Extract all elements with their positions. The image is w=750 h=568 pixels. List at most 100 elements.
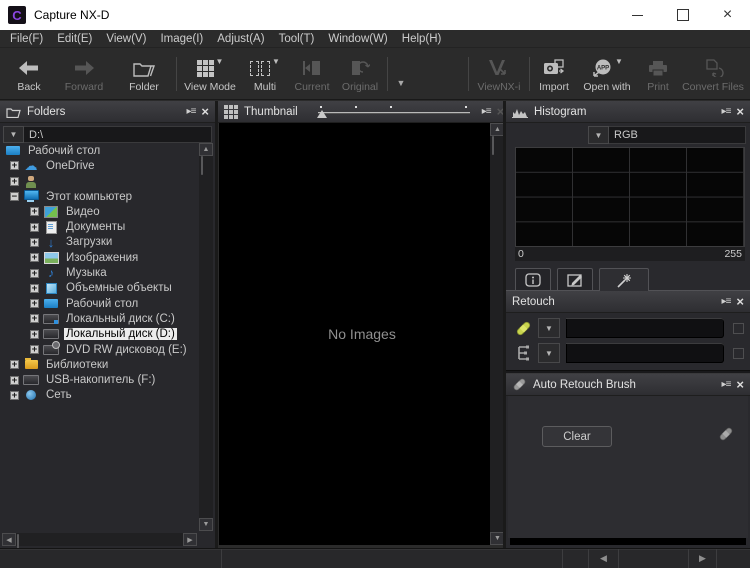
retouch-checkbox[interactable] bbox=[733, 348, 744, 359]
clear-button[interactable]: Clear bbox=[542, 426, 612, 447]
tree-item[interactable]: +↓Загрузки bbox=[2, 235, 197, 250]
tree-item[interactable]: +DVD RW дисковод (E:) bbox=[2, 342, 197, 357]
expand-icon[interactable]: + bbox=[10, 376, 19, 385]
tab-info[interactable] bbox=[515, 268, 551, 290]
expand-icon[interactable]: + bbox=[30, 284, 39, 293]
tree-item[interactable]: +Изображения bbox=[2, 250, 197, 265]
panel-menu-icon[interactable]: ▸≡ bbox=[482, 106, 491, 117]
slider-track[interactable] bbox=[318, 112, 470, 113]
viewnx-button[interactable]: ViewNX-i bbox=[471, 49, 527, 99]
folders-horizontal-scrollbar[interactable]: ◀ ▶ bbox=[2, 533, 197, 546]
back-button[interactable]: Back bbox=[4, 49, 54, 99]
expand-icon[interactable]: + bbox=[10, 360, 19, 369]
folder-button[interactable]: Folder bbox=[114, 49, 174, 99]
tree-item[interactable]: +Видео bbox=[2, 204, 197, 219]
scroll-right-icon[interactable]: ▶ bbox=[183, 533, 197, 546]
menu-item-3[interactable]: Image(I) bbox=[153, 30, 210, 48]
tree-item[interactable]: +Локальный диск (D:) bbox=[2, 327, 197, 342]
menu-item-1[interactable]: Edit(E) bbox=[50, 30, 99, 48]
tree-item[interactable]: −Этот компьютер bbox=[2, 189, 197, 204]
scroll-down-icon[interactable]: ▼ bbox=[199, 518, 213, 531]
toolbar-overflow-button[interactable]: ▼ bbox=[390, 49, 412, 99]
tree-item[interactable]: Рабочий стол bbox=[2, 143, 197, 158]
tree-item[interactable]: +Рабочий стол bbox=[2, 296, 197, 311]
page-next-button[interactable]: ▶ bbox=[689, 549, 717, 568]
folder-icon bbox=[6, 106, 21, 118]
retouch-list-dropdown[interactable] bbox=[566, 343, 724, 363]
tree-item[interactable]: + USB-накопитель (F:) bbox=[2, 372, 197, 387]
tab-edit[interactable] bbox=[557, 268, 593, 290]
expand-icon[interactable]: + bbox=[30, 223, 39, 232]
tree-item[interactable]: +♪Музыка bbox=[2, 265, 197, 280]
tree-item[interactable]: +☁OneDrive bbox=[2, 158, 197, 173]
print-button[interactable]: Print bbox=[638, 49, 678, 99]
expand-icon[interactable]: + bbox=[30, 314, 39, 323]
menu-item-6[interactable]: Window(W) bbox=[321, 30, 394, 48]
menu-item-4[interactable]: Adjust(A) bbox=[210, 30, 271, 48]
bandage-gray-icon bbox=[718, 426, 734, 442]
panel-close-icon[interactable]: × bbox=[736, 378, 744, 391]
tree-item[interactable]: +Локальный диск (C:) bbox=[2, 311, 197, 326]
panel-close-icon[interactable]: × bbox=[201, 105, 209, 118]
panel-menu-icon[interactable]: ▸≡ bbox=[722, 379, 731, 390]
import-button[interactable]: Import bbox=[532, 49, 576, 99]
tab-retouch[interactable] bbox=[599, 268, 649, 291]
view-mode-button[interactable]: ▼ View Mode bbox=[179, 49, 241, 99]
panel-menu-icon[interactable]: ▸≡ bbox=[722, 296, 731, 307]
tree-item[interactable]: +Сеть bbox=[2, 388, 197, 403]
scroll-up-icon[interactable]: ▲ bbox=[199, 143, 213, 156]
expand-icon[interactable]: + bbox=[10, 391, 19, 400]
tree-item[interactable]: +Документы bbox=[2, 219, 197, 234]
panel-close-icon[interactable]: × bbox=[736, 105, 744, 118]
menu-item-2[interactable]: View(V) bbox=[99, 30, 153, 48]
chevron-down-icon[interactable]: ▼ bbox=[3, 126, 24, 143]
scrollbar-thumb[interactable] bbox=[201, 156, 203, 175]
channel-value[interactable]: RGB bbox=[609, 126, 746, 144]
retouch-checkbox[interactable] bbox=[733, 323, 744, 334]
cloud-icon: ☁ bbox=[23, 159, 39, 172]
tree-item[interactable]: +Библиотеки bbox=[2, 357, 197, 372]
expand-icon[interactable]: + bbox=[30, 238, 39, 247]
slider-thumb[interactable] bbox=[317, 110, 327, 118]
tool-tabs bbox=[506, 268, 750, 291]
expand-icon[interactable]: + bbox=[30, 269, 39, 278]
expand-icon[interactable]: + bbox=[10, 177, 19, 186]
scrollbar-thumb[interactable] bbox=[492, 136, 494, 155]
folders-vertical-scrollbar[interactable]: ▲ ▼ bbox=[199, 143, 213, 531]
multi-button[interactable]: ▼ Multi bbox=[241, 49, 289, 99]
open-with-button[interactable]: APP ▼ Open with bbox=[576, 49, 638, 99]
chevron-down-icon[interactable]: ▼ bbox=[538, 343, 560, 363]
collapse-icon[interactable]: − bbox=[10, 192, 19, 201]
current-button[interactable]: Current bbox=[289, 49, 335, 99]
page-prev-button[interactable]: ◀ bbox=[589, 549, 619, 568]
tree-item-label: USB-накопитель (F:) bbox=[44, 374, 157, 386]
menu-item-7[interactable]: Help(H) bbox=[395, 30, 449, 48]
retouch-brush-dropdown[interactable] bbox=[566, 318, 724, 338]
forward-button[interactable]: Forward bbox=[54, 49, 114, 99]
expand-icon[interactable]: + bbox=[10, 161, 19, 170]
original-button[interactable]: Original bbox=[335, 49, 385, 99]
minimize-button[interactable] bbox=[615, 0, 660, 30]
menu-item-5[interactable]: Tool(T) bbox=[272, 30, 322, 48]
menu-item-0[interactable]: File(F) bbox=[3, 30, 50, 48]
maximize-button[interactable] bbox=[660, 0, 705, 30]
scroll-left-icon[interactable]: ◀ bbox=[2, 533, 16, 546]
expand-icon[interactable]: + bbox=[30, 299, 39, 308]
tree-item[interactable]: + bbox=[2, 174, 197, 189]
chevron-down-icon[interactable]: ▼ bbox=[588, 126, 609, 144]
panel-menu-icon[interactable]: ▸≡ bbox=[187, 106, 196, 117]
chevron-down-icon[interactable]: ▼ bbox=[538, 318, 560, 338]
panel-menu-icon[interactable]: ▸≡ bbox=[722, 106, 731, 117]
tree-item[interactable]: +Объемные объекты bbox=[2, 281, 197, 296]
panel-close-icon[interactable]: × bbox=[736, 295, 744, 308]
expand-icon[interactable]: + bbox=[30, 345, 39, 354]
thumbnail-size-slider[interactable] bbox=[318, 104, 470, 120]
close-button[interactable]: × bbox=[705, 0, 750, 30]
expand-icon[interactable]: + bbox=[30, 207, 39, 216]
folder-path-value[interactable]: D:\ bbox=[24, 126, 212, 143]
convert-files-button[interactable]: Convert Files bbox=[678, 49, 748, 99]
toolbar-separator bbox=[387, 57, 388, 91]
dropdown-arrow-icon: ▼ bbox=[272, 57, 280, 66]
expand-icon[interactable]: + bbox=[30, 330, 39, 339]
expand-icon[interactable]: + bbox=[30, 253, 39, 262]
